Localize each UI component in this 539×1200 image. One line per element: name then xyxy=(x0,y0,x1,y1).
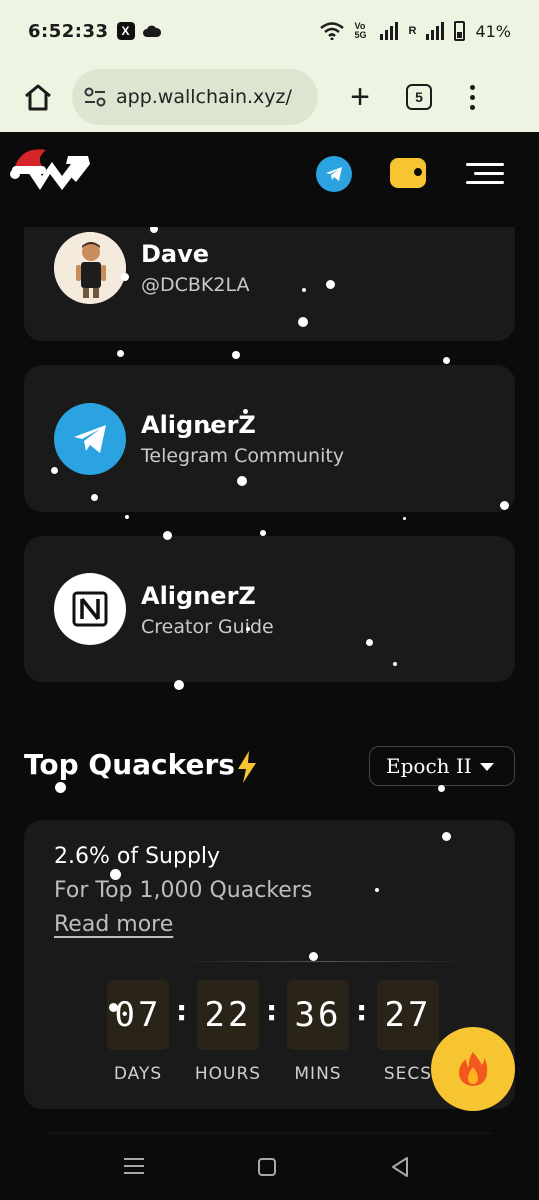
creator-guide-card[interactable]: AlignerZ Creator Guide xyxy=(24,536,515,682)
section-title: Top Quackers xyxy=(24,748,235,781)
avatar xyxy=(54,232,126,304)
system-nav-bar xyxy=(0,1134,539,1200)
x-app-icon: X xyxy=(116,22,135,40)
read-more-link[interactable]: Read more xyxy=(54,912,173,937)
home-button[interactable] xyxy=(258,1158,276,1176)
telegram-card-subtitle: Telegram Community xyxy=(141,445,345,467)
notion-avatar xyxy=(54,573,126,645)
epoch-selected-value: Epoch II xyxy=(386,754,472,778)
roaming-label: R xyxy=(408,25,417,37)
countdown-mins-label: MINS xyxy=(294,1064,342,1084)
notion-icon xyxy=(72,591,108,627)
back-button[interactable] xyxy=(390,1156,410,1178)
browser-menu-button[interactable] xyxy=(470,84,475,110)
countdown-mins: 36 xyxy=(287,980,349,1050)
countdown-separator: : xyxy=(266,994,278,1027)
countdown-days: 07 xyxy=(107,980,169,1050)
countdown-separator: : xyxy=(176,994,188,1027)
header-telegram-button[interactable] xyxy=(316,156,352,192)
home-icon xyxy=(25,84,51,111)
cloud-icon xyxy=(142,25,161,37)
notion-card-title: AlignerZ xyxy=(141,582,256,610)
countdown-days-label: DAYS xyxy=(113,1064,163,1084)
epoch-dropdown[interactable]: Epoch II xyxy=(369,746,515,786)
network-label: Vo 5G xyxy=(354,21,367,40)
notion-card-subtitle: Creator Guide xyxy=(141,616,274,638)
countdown-separator: : xyxy=(356,994,368,1027)
browser-toolbar: app.wallchain.xyz/ + 5 xyxy=(0,62,539,132)
supply-text: 2.6% of Supply xyxy=(54,844,221,869)
url-text: app.wallchain.xyz/ xyxy=(116,86,292,108)
telegram-card-title: AlignerZ xyxy=(141,411,256,439)
avatar-character-icon xyxy=(54,232,126,304)
status-right: Vo 5G R 41% xyxy=(320,21,511,41)
wifi-icon xyxy=(320,22,345,40)
profile-card[interactable]: Dave @DCBK2LA xyxy=(24,210,515,341)
status-bar: 6:52:33 X Vo 5G R 41% xyxy=(0,0,539,62)
telegram-icon xyxy=(326,167,342,181)
tab-switcher-button[interactable]: 5 xyxy=(406,84,432,110)
supply-subtext: For Top 1,000 Quackers xyxy=(54,878,313,903)
browser-home-button[interactable] xyxy=(18,77,58,117)
status-left: 6:52:33 X xyxy=(28,21,161,42)
fire-action-button[interactable] xyxy=(431,1027,515,1111)
countdown-hours-label: HOURS xyxy=(194,1064,262,1084)
fire-icon xyxy=(459,1052,488,1086)
telegram-icon xyxy=(74,425,106,453)
app-header xyxy=(0,132,539,227)
recents-button[interactable] xyxy=(124,1158,144,1179)
countdown-hours: 22 xyxy=(197,980,259,1050)
signal-icon-1 xyxy=(380,22,399,40)
wallchain-logo[interactable] xyxy=(6,136,96,200)
telegram-avatar xyxy=(54,403,126,475)
header-menu-button[interactable] xyxy=(466,163,504,184)
battery-percent: 41% xyxy=(475,21,511,41)
wallet-button[interactable] xyxy=(390,158,426,188)
status-time: 6:52:33 xyxy=(28,20,109,42)
lightning-bolt-icon xyxy=(238,751,256,783)
countdown-secs: 27 xyxy=(377,980,439,1050)
profile-handle: @DCBK2LA xyxy=(141,274,250,296)
signal-icon-2 xyxy=(426,22,445,40)
battery-icon xyxy=(454,21,466,41)
url-bar[interactable]: app.wallchain.xyz/ xyxy=(72,69,318,125)
caret-down-icon xyxy=(480,763,494,771)
site-settings-icon[interactable] xyxy=(84,87,106,107)
divider xyxy=(174,961,474,962)
telegram-community-card[interactable]: AlignerZ Telegram Community xyxy=(24,365,515,512)
profile-name: Dave xyxy=(141,240,210,268)
new-tab-button[interactable]: + xyxy=(340,77,380,117)
